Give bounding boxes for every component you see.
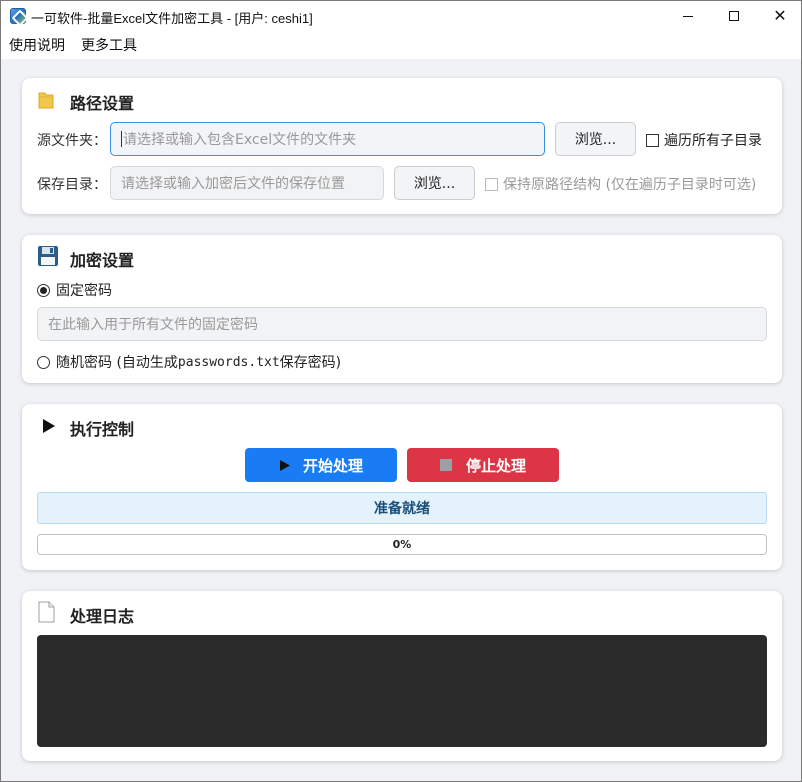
document-icon <box>38 601 55 623</box>
play-icon <box>279 459 290 471</box>
random-password-label-suffix: 保存密码) <box>279 355 342 371</box>
progress-bar: 0% <box>37 534 767 555</box>
output-browse-button[interactable]: 浏览... <box>394 166 475 200</box>
exec-control-title: 执行控制 <box>70 420 135 439</box>
floppy-disk-icon <box>38 246 58 266</box>
keep-structure-checkbox: 保持原路径结构 (仅在遍历子目录时可选) <box>485 174 756 194</box>
status-indicator: 准备就绪 <box>37 492 767 524</box>
checkbox-box <box>646 133 659 147</box>
exec-control-card: 执行控制 开始处理 停止处理 准备就绪 0% <box>22 404 782 570</box>
maximize-button[interactable] <box>711 1 757 31</box>
text-caret <box>121 131 122 147</box>
log-title: 处理日志 <box>70 607 135 626</box>
recurse-subdirs-label: 遍历所有子目录 <box>664 133 762 149</box>
close-button[interactable]: ✕ <box>757 1 801 31</box>
fixed-password-placeholder: 在此输入用于所有文件的固定密码 <box>48 317 258 333</box>
recurse-subdirs-checkbox[interactable]: 遍历所有子目录 <box>646 130 762 150</box>
source-folder-label: 源文件夹： <box>37 133 107 149</box>
log-output[interactable] <box>37 635 767 747</box>
encrypt-settings-title: 加密设置 <box>70 251 135 270</box>
menu-item-more-tools[interactable]: 更多工具 <box>81 35 145 55</box>
start-button[interactable]: 开始处理 <box>245 448 397 482</box>
menu-item-help[interactable]: 使用说明 <box>9 35 73 55</box>
random-password-label-prefix: 随机密码 (自动生成 <box>56 355 178 371</box>
source-folder-placeholder: 请选择或输入包含Excel文件的文件夹 <box>123 132 357 148</box>
fixed-password-label: 固定密码 <box>56 283 112 299</box>
stop-icon <box>439 459 452 471</box>
output-folder-placeholder: 请选择或输入加密后文件的保存位置 <box>121 176 345 192</box>
radio-dot <box>37 283 50 297</box>
fixed-password-radio[interactable]: 固定密码 <box>37 280 112 300</box>
app-window: 一可软件-批量Excel文件加密工具 - [用户: ceshi1] ✕ 使用说明… <box>0 0 802 782</box>
play-icon <box>43 419 55 433</box>
random-password-radio[interactable]: 随机密码 (自动生成 passwords.txt 保存密码) <box>37 352 341 372</box>
stop-button-label: 停止处理 <box>465 456 526 475</box>
radio-dot <box>37 355 50 369</box>
output-folder-input[interactable]: 请选择或输入加密后文件的保存位置 <box>110 166 384 200</box>
minimize-icon <box>683 15 693 17</box>
log-card: 处理日志 <box>22 591 782 761</box>
menu-bar: 使用说明 更多工具 <box>1 31 801 59</box>
app-logo-icon <box>10 8 26 24</box>
path-settings-card: 路径设置 源文件夹： 请选择或输入包含Excel文件的文件夹 浏览... 遍历所… <box>22 78 782 214</box>
minimize-button[interactable] <box>665 1 711 31</box>
source-browse-button[interactable]: 浏览... <box>555 122 636 156</box>
fixed-password-input[interactable]: 在此输入用于所有文件的固定密码 <box>37 307 767 341</box>
close-icon: ✕ <box>773 6 787 25</box>
start-button-label: 开始处理 <box>302 456 363 475</box>
output-folder-label: 保存目录： <box>37 177 107 193</box>
keep-structure-label: 保持原路径结构 (仅在遍历子目录时可选) <box>503 177 757 193</box>
folder-icon <box>38 92 54 109</box>
path-settings-title: 路径设置 <box>70 94 135 113</box>
random-password-filename: passwords.txt <box>177 354 280 370</box>
source-folder-input[interactable]: 请选择或输入包含Excel文件的文件夹 <box>110 122 545 156</box>
encrypt-settings-card: 加密设置 固定密码 在此输入用于所有文件的固定密码 随机密码 (自动生成 pas… <box>22 235 782 383</box>
stop-button[interactable]: 停止处理 <box>407 448 559 482</box>
checkbox-box <box>485 177 498 191</box>
title-bar: 一可软件-批量Excel文件加密工具 - [用户: ceshi1] ✕ <box>1 1 801 31</box>
maximize-icon <box>729 11 739 21</box>
window-title: 一可软件-批量Excel文件加密工具 - [用户: ceshi1] <box>31 11 313 26</box>
progress-text: 0% <box>392 538 412 551</box>
